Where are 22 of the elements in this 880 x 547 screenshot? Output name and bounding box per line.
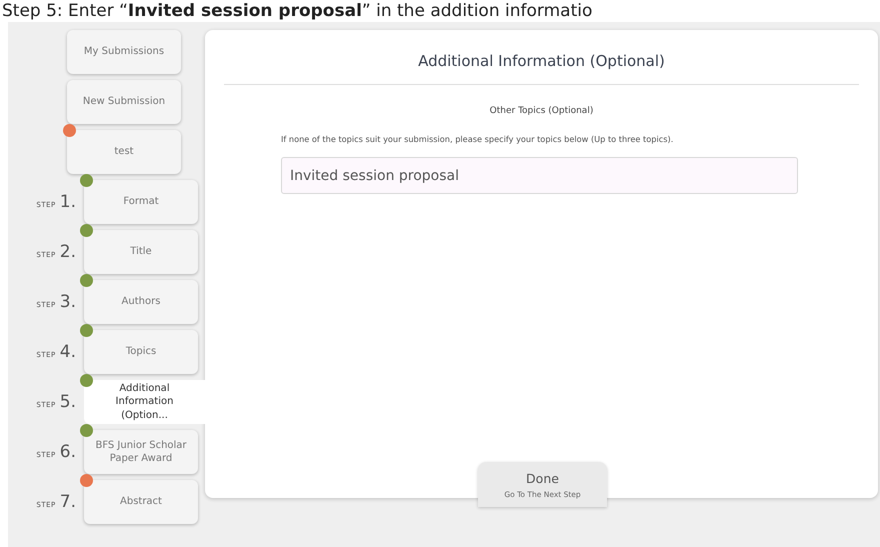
step-number: 3. xyxy=(60,292,76,312)
panel-title: Additional Information (Optional) xyxy=(224,30,859,85)
topic-input-field[interactable]: Invited session proposal xyxy=(281,157,798,194)
step-tab[interactable]: Authors xyxy=(84,280,198,324)
step-tab[interactable]: Abstract xyxy=(84,480,198,524)
sidebar-item[interactable]: New Submission xyxy=(67,80,181,124)
step-number: 7. xyxy=(60,492,76,512)
step-tab[interactable]: Topics xyxy=(84,330,198,374)
step-number: 2. xyxy=(60,242,76,262)
step-number: 4. xyxy=(60,342,76,362)
step-tab[interactable]: Format xyxy=(84,180,198,224)
step-number: 6. xyxy=(60,442,76,462)
sidebar-item[interactable]: My Submissions xyxy=(67,30,181,74)
step-number: 5. xyxy=(60,392,76,412)
sidebar-item[interactable]: test xyxy=(67,130,181,174)
step-number: 1. xyxy=(60,192,76,212)
section-title: Other Topics (Optional) xyxy=(490,106,594,116)
instructions-text: If none of the topics suit your submission, please specify your topics below (Up to three topics). xyxy=(281,134,674,144)
instruction-caption: Step 5: Enter “Invited session proposal” in the addition informatio xyxy=(1,0,594,22)
step-tab[interactable]: Additional Information (Option... xyxy=(84,380,205,424)
step-tab[interactable]: Title xyxy=(84,230,198,274)
step-tab[interactable]: BFS Junior Scholar Paper Award xyxy=(84,430,198,474)
